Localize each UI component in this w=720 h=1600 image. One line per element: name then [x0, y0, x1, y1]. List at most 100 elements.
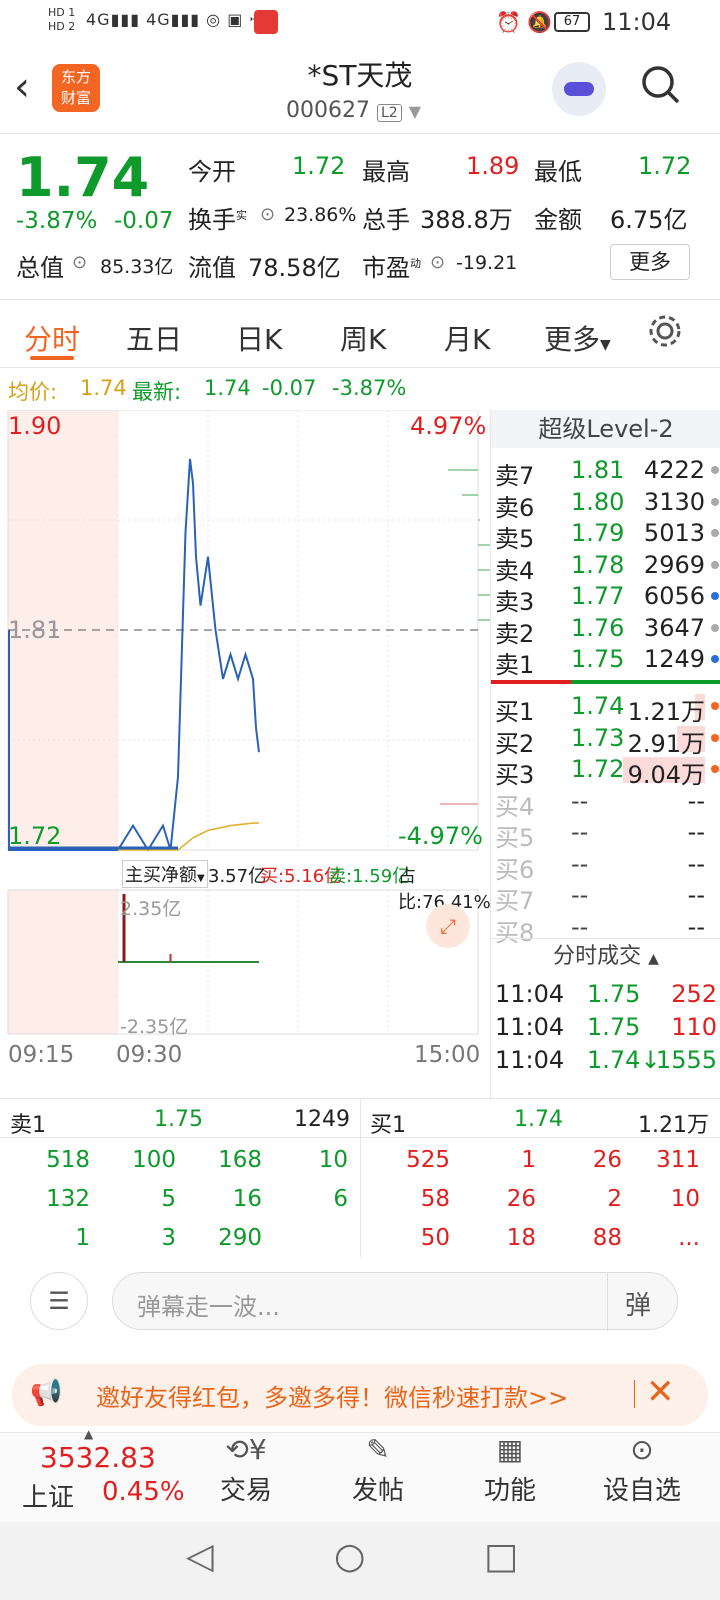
- amount-label: 金额: [534, 206, 582, 234]
- tab-more[interactable]: 更多▼: [544, 318, 611, 358]
- queue-buy-label: 买1: [370, 1113, 406, 1138]
- bid-volume: 9.04万: [627, 761, 705, 789]
- queue-sell-cell: 168: [218, 1147, 262, 1173]
- nav-add-watchlist-label: 设自选: [602, 1476, 681, 1506]
- order-dot-icon: [711, 765, 719, 773]
- index-value[interactable]: 3532.83: [40, 1441, 156, 1474]
- y-axis-bottom: 1.72: [8, 822, 62, 850]
- queue-sell-cell: 6: [333, 1186, 348, 1212]
- tab-weekly-k[interactable]: 周K: [340, 318, 386, 358]
- megaphone-icon: 📢: [30, 1378, 63, 1408]
- search-icon[interactable]: [640, 64, 682, 106]
- bid-level: 买2: [495, 729, 535, 758]
- tick-time: 11:04: [495, 980, 565, 1008]
- info-icon[interactable]: ⊙: [260, 204, 275, 225]
- stock-code-row[interactable]: 000627 L2 ▼: [286, 98, 421, 123]
- queue-buy-price: 1.74: [514, 1107, 563, 1132]
- queue-sell-cell: 10: [318, 1147, 348, 1173]
- ask-level: 卖3: [495, 588, 535, 616]
- gear-icon[interactable]: [646, 312, 684, 350]
- ask-row[interactable]: 卖3 1.77 6056: [491, 582, 720, 616]
- back-triangle-icon[interactable]: ◁: [186, 1536, 214, 1577]
- clock: 11:04: [602, 8, 672, 36]
- promo-banner[interactable]: 📢 邀好友得红包，多邀多得！微信秒速打款>> ✕: [12, 1364, 708, 1426]
- queue-sell-cell: 132: [46, 1186, 90, 1212]
- bid-level: 买4: [495, 792, 535, 821]
- ask-price: 1.77: [571, 582, 625, 610]
- expand-icon[interactable]: ⤢: [426, 904, 470, 948]
- danmu-divider: [607, 1273, 608, 1331]
- bid-price: --: [571, 786, 589, 815]
- bid-row[interactable]: 买6 -- --: [491, 849, 720, 884]
- net-buy-selector[interactable]: 主买净额▼: [122, 860, 208, 888]
- tab-five-day[interactable]: 五日: [126, 318, 182, 358]
- amount-value: 6.75亿: [610, 206, 688, 234]
- nav-post[interactable]: ✎ 发帖: [328, 1433, 428, 1507]
- queue-sell-cell: 5: [161, 1186, 176, 1212]
- pct-axis-top: 4.97%: [410, 412, 487, 440]
- bid-row[interactable]: 买4 -- --: [491, 786, 720, 821]
- ask-row[interactable]: 卖6 1.80 3130: [491, 488, 720, 522]
- ask-row[interactable]: 卖1 1.75 1249: [491, 645, 720, 679]
- bid-price: --: [571, 849, 589, 878]
- ask-row[interactable]: 卖2 1.76 3647: [491, 614, 720, 648]
- bid-row[interactable]: 买2 1.73 2.91万: [491, 724, 720, 758]
- queue-buy-cell: 1: [521, 1147, 536, 1173]
- bid-divider: [571, 680, 720, 684]
- order-queue: 卖1 1.75 1249 买1 1.74 1.21万 518 100 168 10 13…: [0, 1098, 720, 1257]
- queue-sell-cell: 290: [218, 1225, 262, 1251]
- stock-name: *ST天茂: [307, 59, 413, 92]
- change-pct: -3.87%: [16, 208, 98, 234]
- ask-price: 1.79: [571, 519, 625, 547]
- bid-row[interactable]: 买1 1.74 1.21万: [491, 692, 720, 726]
- info-icon[interactable]: ⊙: [430, 252, 445, 273]
- ticks-header[interactable]: 分时成交 ▲: [491, 938, 720, 974]
- level2-title[interactable]: 超级Level-2: [491, 410, 720, 448]
- robot-assistant-icon[interactable]: [552, 62, 606, 116]
- chevron-down-icon: ▼: [197, 873, 205, 884]
- tab-monthly-k[interactable]: 月K: [444, 318, 490, 358]
- status-bar: HD 1 HD 2 4G▮▮▮ 4G▮▮▮ ◎ ▣ ✈ ⏰ 🔕 67 11:04: [0, 0, 720, 46]
- danmu-settings-icon[interactable]: ☰: [30, 1272, 88, 1330]
- intraday-chart[interactable]: 1.90 1.81 1.72 4.97% -4.97% 主买净额▼ 3.57亿 …: [0, 410, 491, 1100]
- queue-buy-cell: 50: [420, 1225, 450, 1251]
- bid-volume: --: [687, 881, 705, 909]
- tab-daily-k[interactable]: 日K: [236, 318, 282, 358]
- bid-price: --: [571, 818, 589, 846]
- chevron-down-icon: ▼: [600, 337, 611, 353]
- nav-post-label: 发帖: [351, 1476, 404, 1506]
- bid-row[interactable]: 买7 -- --: [491, 881, 720, 915]
- bid-row[interactable]: 买5 -- --: [491, 818, 720, 852]
- tab-intraday[interactable]: 分时: [24, 318, 80, 358]
- recents-square-icon[interactable]: □: [484, 1536, 518, 1577]
- info-icon[interactable]: ⊙: [72, 252, 87, 273]
- danmu-input[interactable]: 弹幕走一波... 弹: [112, 1272, 678, 1331]
- order-dot-icon: [711, 592, 719, 600]
- chevron-up-icon: ▲: [648, 951, 659, 967]
- mktcap-value: 85.33亿: [100, 256, 174, 278]
- tick-volume: 252: [671, 980, 717, 1008]
- bid-volume: 2.91万: [627, 729, 705, 758]
- nav-trade[interactable]: ⟲¥ 交易: [196, 1433, 296, 1507]
- ask-level: 卖1: [495, 651, 535, 679]
- bid-row[interactable]: 买3 1.72 9.04万: [491, 755, 720, 789]
- order-dot-icon: [711, 529, 719, 537]
- home-circle-icon[interactable]: ○: [334, 1536, 365, 1577]
- bid-volume: --: [687, 786, 705, 815]
- avg-value: 1.74: [80, 376, 127, 400]
- close-icon[interactable]: ✕: [646, 1372, 675, 1412]
- queue-buy-vol: 1.21万: [638, 1113, 709, 1138]
- danmu-send-button[interactable]: 弹: [625, 1285, 651, 1322]
- ask-row[interactable]: 卖5 1.79 5013: [491, 519, 720, 553]
- index-pct: 0.45%: [102, 1477, 185, 1507]
- queue-buy-cell: 26: [592, 1147, 622, 1173]
- low-value: 1.72: [638, 152, 692, 180]
- edit-icon: ✎: [366, 1433, 390, 1466]
- netbuy-axis-bottom: -2.35亿: [120, 1016, 189, 1038]
- nav-add-watchlist[interactable]: ⊙ 设自选: [592, 1433, 692, 1507]
- ask-row[interactable]: 卖4 1.78 2969: [491, 551, 720, 585]
- ask-row[interactable]: 卖7 1.81 4222: [491, 456, 720, 490]
- nav-functions[interactable]: ▦ 功能: [460, 1433, 560, 1507]
- order-dot-icon: [711, 497, 719, 506]
- more-button[interactable]: 更多: [610, 244, 690, 280]
